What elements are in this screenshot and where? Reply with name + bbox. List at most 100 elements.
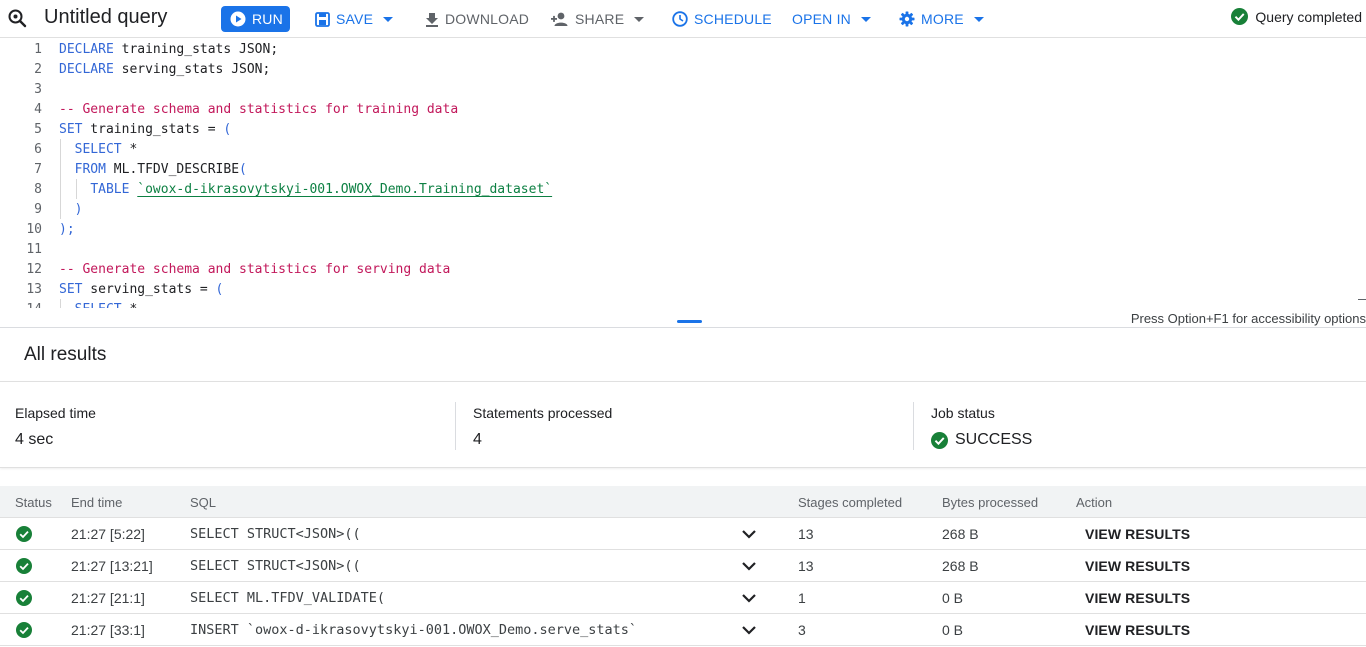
query-status: Query completed [1231, 8, 1362, 25]
code-line[interactable]: 4 -- Generate schema and statistics for t… [0, 99, 1366, 119]
code-token: ) [74, 201, 83, 217]
query-search-icon [8, 9, 27, 28]
query-title[interactable]: Untitled query [44, 6, 167, 29]
line-number: 3 [34, 81, 42, 97]
sql-cell: SELECT ML.TFDV_VALIDATE( [190, 590, 386, 606]
code-token: SELECT [74, 141, 122, 157]
results-title: All results [24, 344, 107, 365]
statements-value: 4 [473, 431, 482, 448]
code-line[interactable]: 5 SET training_stats = ( [0, 119, 1366, 139]
line-number: 4 [34, 101, 42, 117]
download-button[interactable]: DOWNLOAD [425, 6, 529, 32]
clock-icon [672, 11, 688, 27]
code-line[interactable]: 2 DECLARE serving_stats JSON; [0, 59, 1366, 79]
download-icon [426, 12, 438, 27]
check-circle-icon [1231, 8, 1249, 25]
code-token: -- Generate schema and statistics for tr… [59, 101, 459, 117]
schedule-button[interactable]: SCHEDULE [672, 6, 772, 32]
code-line[interactable]: 12 -- Generate schema and statistics for … [0, 259, 1366, 279]
summary-divider [913, 402, 914, 450]
code-line[interactable]: 3 [0, 79, 1366, 99]
code-token: serving_stats = [82, 281, 216, 297]
job-status-value: SUCCESS [931, 431, 1032, 449]
elapsed-time-label: Elapsed time [15, 405, 96, 421]
column-header-stages: Stages completed [798, 495, 903, 510]
open-in-button[interactable]: OPEN IN [792, 6, 871, 32]
end-time-cell: 21:27 [13:21] [71, 558, 153, 574]
bytes-cell: 0 B [942, 590, 964, 606]
code-token: ( [223, 121, 232, 137]
code-line[interactable]: 11 [0, 239, 1366, 259]
results-summary: Elapsed time 4 sec Statements processed … [0, 381, 1366, 468]
column-header-action: Action [1076, 495, 1113, 510]
code-text: -- Generate schema and statistics for se… [59, 262, 450, 277]
code-token: ( [215, 281, 224, 297]
code-token: FROM [74, 161, 106, 177]
end-time-cell: 21:27 [33:1] [71, 622, 145, 638]
code-line[interactable]: 6 SELECT * [0, 139, 1366, 159]
code-token: SET [59, 121, 83, 137]
share-button[interactable]: SHARE [551, 6, 645, 32]
save-icon [315, 11, 330, 27]
bytes-cell: 0 B [942, 622, 964, 638]
more-chevron-down-icon [973, 16, 984, 22]
chevron-down-icon[interactable] [741, 592, 757, 604]
more-button[interactable]: MORE [899, 6, 984, 32]
code-line[interactable]: 14 SELECT * [0, 299, 1366, 309]
stages-cell: 1 [798, 590, 806, 606]
chevron-down-icon[interactable] [741, 560, 757, 572]
chevron-down-icon[interactable] [741, 528, 757, 540]
statements-label: Statements processed [473, 405, 613, 421]
code-line[interactable]: 9 ) [0, 199, 1366, 219]
line-number: 6 [34, 141, 42, 157]
code-text: ) [59, 201, 83, 217]
code-token: serving_stats JSON; [113, 61, 271, 77]
stages-cell: 3 [798, 622, 806, 638]
check-circle-icon [931, 431, 948, 449]
code-token: training_stats = [82, 121, 224, 137]
code-line[interactable]: 10); [0, 219, 1366, 239]
line-number: 8 [34, 181, 42, 197]
check-circle-icon [16, 622, 32, 638]
code-text: SELECT * [59, 141, 138, 157]
code-line[interactable]: 13 SET serving_stats = ( [0, 279, 1366, 299]
line-number: 5 [34, 121, 42, 137]
code-text: DECLARE serving_stats JSON; [59, 62, 270, 77]
code-token: `owox-d-ikrasovytskyi-001.OWOX_Demo.Trai… [137, 181, 553, 197]
sql-editor[interactable]: 1 DECLARE training_stats JSON; 2 DECLARE se… [0, 39, 1366, 308]
sql-cell: SELECT STRUCT<JSON>(( [190, 558, 361, 574]
query-status-text: Query completed [1255, 8, 1362, 25]
code-line[interactable]: 8 TABLE `owox-d-ikrasovytskyi-001.OWOX_D… [0, 179, 1366, 199]
query-toolbar: Untitled query RUN SAVE DOWNLOAD SHARE S… [0, 0, 1366, 38]
sql-cell: INSERT `owox-d-ikrasovytskyi-001.OWOX_De… [190, 622, 638, 638]
code-line[interactable]: 1 DECLARE training_stats JSON; [0, 39, 1366, 59]
sql-cell: SELECT STRUCT<JSON>(( [190, 526, 361, 542]
table-row: 21:27 [21:1] SELECT ML.TFDV_VALIDATE(1 0 B… [0, 582, 1366, 614]
end-time-cell: 21:27 [5:22] [71, 526, 145, 542]
code-token: ML.TFDV_DESCRIBE [105, 161, 240, 177]
resize-handle[interactable] [677, 320, 702, 323]
view-results-button[interactable]: VIEW RESULTS [1085, 622, 1190, 638]
run-button[interactable]: RUN [221, 6, 290, 32]
save-button[interactable]: SAVE [315, 6, 394, 32]
chevron-down-icon[interactable] [741, 624, 757, 636]
stages-cell: 13 [798, 526, 814, 542]
view-results-button[interactable]: VIEW RESULTS [1085, 590, 1190, 606]
code-text: -- Generate schema and statistics for tr… [59, 102, 458, 117]
schedule-label: SCHEDULE [694, 11, 772, 27]
column-header-end-time: End time [71, 495, 123, 510]
line-number: 1 [34, 41, 42, 57]
view-results-button[interactable]: VIEW RESULTS [1085, 558, 1190, 574]
editor-results-splitter[interactable]: Press Option+F1 for accessibility option… [0, 299, 1366, 328]
more-label: MORE [921, 11, 964, 27]
line-number: 9 [34, 201, 42, 217]
code-token: -- Generate schema and statistics for se… [59, 261, 451, 277]
code-line[interactable]: 7 FROM ML.TFDV_DESCRIBE( [0, 159, 1366, 179]
check-circle-icon [16, 590, 32, 606]
code-text: TABLE `owox-d-ikrasovytskyi-001.OWOX_Dem… [59, 182, 552, 197]
table-row: 21:27 [5:22] SELECT STRUCT<JSON>((13 268 B… [0, 518, 1366, 550]
view-results-button[interactable]: VIEW RESULTS [1085, 526, 1190, 542]
